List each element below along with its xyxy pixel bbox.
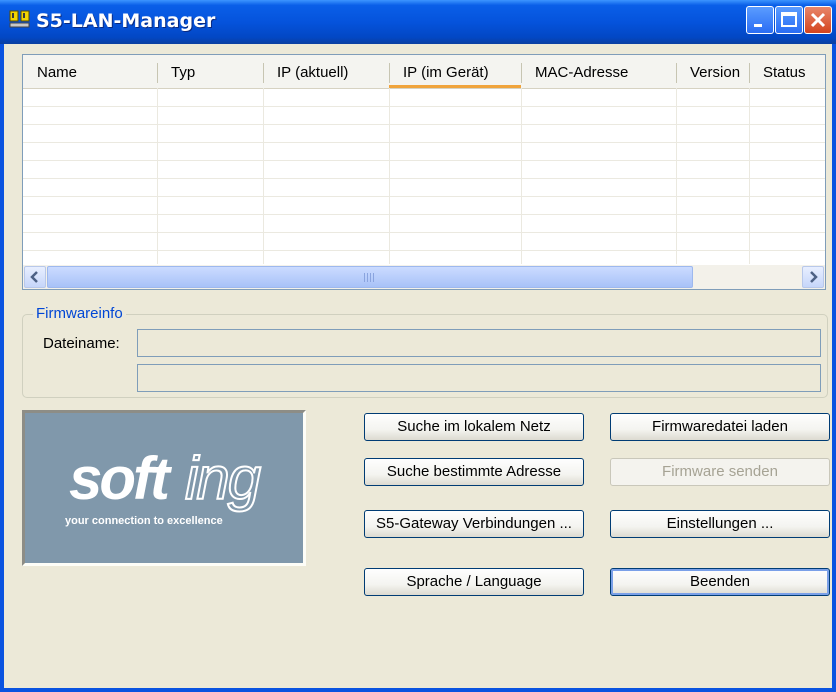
grid-line [23, 250, 825, 251]
language-button[interactable]: Sprache / Language [364, 568, 584, 596]
svg-text:ing: ing [185, 445, 261, 512]
grid-line [23, 178, 825, 179]
minimize-button[interactable] [746, 6, 774, 34]
svg-text:your connection to excellence: your connection to excellence [65, 515, 223, 527]
grid-line [23, 160, 825, 161]
send-firmware-button: Firmware senden [610, 458, 830, 486]
filename-label: Dateiname: [43, 335, 120, 352]
maximize-button[interactable] [775, 6, 803, 34]
load-firmware-button[interactable]: Firmwaredatei laden [610, 413, 830, 441]
search-address-button[interactable]: Suche bestimmte Adresse [364, 458, 584, 486]
grid-line [157, 88, 158, 264]
softing-logo: soft ing your connection to excellence [22, 410, 306, 566]
column-header-ip-device[interactable]: IP (im Gerät) [389, 55, 521, 88]
grip-icon [364, 273, 376, 282]
app-icon [9, 10, 30, 28]
arrow-right-icon [810, 271, 818, 283]
search-local-button[interactable]: Suche im lokalem Netz [364, 413, 584, 441]
scroll-left-button[interactable] [24, 266, 46, 288]
device-list[interactable]: Name Typ IP (aktuell) IP (im Gerät) MAC-… [22, 54, 826, 290]
window-title: S5-LAN-Manager [36, 10, 216, 32]
grid-line [521, 88, 522, 264]
svg-text:soft: soft [69, 445, 173, 512]
column-header-ip-current[interactable]: IP (aktuell) [263, 55, 389, 88]
gateway-connections-button[interactable]: S5-Gateway Verbindungen ... [364, 510, 584, 538]
list-header: Name Typ IP (aktuell) IP (im Gerät) MAC-… [23, 55, 825, 89]
settings-button[interactable]: Einstellungen ... [610, 510, 830, 538]
grid-line [23, 196, 825, 197]
column-header-status[interactable]: Status [749, 55, 825, 88]
grid-line [676, 88, 677, 264]
horizontal-scrollbar[interactable] [23, 265, 825, 289]
grid-line [23, 124, 825, 125]
softing-logo-image: soft ing your connection to excellence [65, 444, 264, 527]
grid-line [23, 214, 825, 215]
grid-line [23, 232, 825, 233]
firmware-info-group: Firmwareinfo Dateiname: [22, 305, 828, 398]
grid-line [23, 106, 825, 107]
maximize-icon [781, 12, 797, 27]
arrow-left-icon [30, 271, 38, 283]
close-button[interactable] [804, 6, 832, 34]
exit-button[interactable]: Beenden [610, 568, 830, 596]
app-window: S5-LAN-Manager Name Typ IP (aktuell) IP … [0, 0, 836, 692]
firmware-info-label: Firmwareinfo [33, 305, 126, 322]
scroll-right-button[interactable] [802, 266, 824, 288]
grid-line [389, 88, 390, 264]
grid-line [749, 88, 750, 264]
minimize-icon [754, 24, 762, 27]
column-header-name[interactable]: Name [23, 55, 157, 88]
title-bar[interactable]: S5-LAN-Manager [0, 0, 836, 44]
column-header-type[interactable]: Typ [157, 55, 263, 88]
filename-field [137, 329, 821, 357]
column-header-version[interactable]: Version [676, 55, 749, 88]
firmware-info-field [137, 364, 821, 392]
scroll-thumb[interactable] [47, 266, 693, 288]
grid-line [263, 88, 264, 264]
column-header-mac[interactable]: MAC-Adresse [521, 55, 676, 88]
close-icon [810, 12, 826, 28]
grid-line [23, 142, 825, 143]
